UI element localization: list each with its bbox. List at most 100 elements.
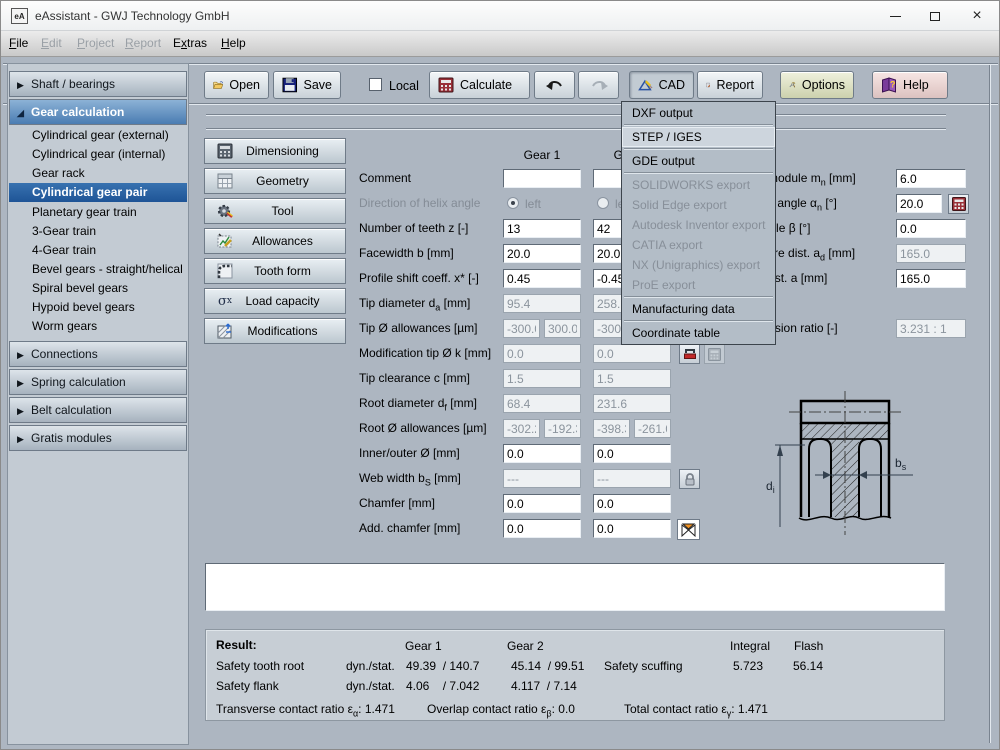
collapsed-arrow-icon: ▶ (17, 73, 31, 98)
tip-relief-tool-button[interactable] (679, 344, 700, 364)
tip-calc-button (704, 344, 725, 364)
local-label: Local (389, 79, 419, 93)
redo-icon (589, 78, 609, 92)
teeth-gear1-input[interactable] (503, 219, 581, 238)
menu-item-coordinate-table[interactable]: Coordinate table (622, 323, 775, 343)
root-allowances-label: Root Ø allowances [µm] (359, 421, 503, 437)
sidebar-item-spiral-bevel-gears[interactable]: Spiral bevel gears (9, 279, 187, 298)
sidebar-item-cylindrical-gear-external[interactable]: Cylindrical gear (external) (9, 126, 187, 145)
app-window: eA eAssistant - GWJ Technology GmbH × Fi… (0, 0, 1000, 750)
result-title: Result: (216, 638, 257, 652)
calculate-button[interactable]: Calculate (429, 71, 530, 99)
help-button[interactable]: ? Help (872, 71, 948, 99)
menu-item-nx-unigraphics-export: NX (Unigraphics) export (622, 255, 775, 275)
menu-item-dxf-output[interactable]: DXF output (622, 103, 775, 123)
report-button[interactable]: Report (697, 71, 763, 99)
sidebar-header-gratis-modules[interactable]: ▶Gratis modules (9, 425, 187, 451)
help-book-icon: ? (881, 77, 897, 93)
load-capacity-button[interactable]: σx Load capacity (204, 288, 346, 314)
tooth-form-icon (214, 261, 236, 281)
web-width-label: Web width bS [mm] (359, 471, 503, 487)
modifications-icon (214, 321, 236, 341)
collapsed-arrow-icon: ▶ (17, 399, 31, 424)
maximize-button[interactable] (915, 1, 955, 31)
safety-tooth-root-label: Safety tooth root (216, 659, 304, 673)
close-button[interactable]: × (957, 1, 997, 31)
sidebar-header-connections[interactable]: ▶Connections (9, 341, 187, 367)
separator-line (206, 128, 946, 130)
gear1-column-header: Gear 1 (503, 148, 581, 162)
menu-report: Report (125, 36, 161, 50)
menu-help[interactable]: Help (221, 36, 246, 50)
cad-button[interactable]: CAD (629, 71, 694, 99)
menu-extras[interactable]: Extras (173, 36, 207, 50)
profile-shift-gear1-input[interactable] (503, 269, 581, 288)
allowances-button[interactable]: Allowances (204, 228, 346, 254)
sidebar-item-cylindrical-gear-internal[interactable]: Cylindrical gear (internal) (9, 145, 187, 164)
close-icon: × (972, 8, 981, 24)
add-chamfer-gear2-input[interactable] (593, 519, 671, 538)
helix-left-label-gear1: left (525, 197, 541, 211)
helix-direction-label: Direction of helix angle (359, 196, 503, 212)
sidebar-item-worm-gears[interactable]: Worm gears (9, 317, 187, 336)
cad-dropdown-menu: DXF output STEP / IGES GDE output SOLIDW… (621, 101, 776, 345)
root-allowance-gear1-upper (544, 419, 581, 438)
dimensioning-button[interactable]: Dimensioning (204, 138, 346, 164)
sidebar-item-gear-rack[interactable]: Gear rack (9, 164, 187, 183)
chamfer-gear1-input[interactable] (503, 494, 581, 513)
facewidth-gear1-input[interactable] (503, 244, 581, 263)
sidebar-item-3-gear-train[interactable]: 3-Gear train (9, 222, 187, 241)
collapsed-arrow-icon: ▶ (17, 427, 31, 452)
tooth-form-button[interactable]: Tooth form (204, 258, 346, 284)
safety-flank-gear1: 4.06 / 7.042 (406, 679, 479, 693)
inner-outer-gear2-input[interactable] (593, 444, 671, 463)
menu-file[interactable]: File (9, 36, 28, 50)
sidebar-header-spring-calculation[interactable]: ▶Spring calculation (9, 369, 187, 395)
undo-icon (545, 78, 565, 92)
sidebar-header-shaft-bearings[interactable]: ▶Shaft / bearings (9, 71, 187, 97)
comment-gear1-input[interactable] (503, 169, 581, 188)
pressure-angle-calc-button[interactable] (948, 194, 969, 214)
minimize-button[interactable] (875, 1, 915, 31)
add-chamfer-label: Add. chamfer [mm] (359, 521, 503, 537)
helix-angle-input[interactable] (896, 219, 966, 238)
menu-item-step-iges[interactable]: STEP / IGES (622, 127, 775, 147)
sidebar-item-4-gear-train[interactable]: 4-Gear train (9, 241, 187, 260)
inner-outer-label: Inner/outer Ø [mm] (359, 446, 503, 462)
menu-item-gde-output[interactable]: GDE output (622, 151, 775, 171)
safety-scuffing-flash: 56.14 (793, 659, 823, 673)
modifications-button[interactable]: Modifications (204, 318, 346, 344)
local-checkbox[interactable] (369, 78, 382, 91)
menu-item-solid-edge-export: Solid Edge export (622, 195, 775, 215)
sidebar-item-hypoid-bevel-gears[interactable]: Hypoid bevel gears (9, 298, 187, 317)
sidebar-item-cylindrical-gear-pair[interactable]: Cylindrical gear pair (9, 183, 187, 202)
pressure-angle-input[interactable] (896, 194, 942, 213)
root-allowance-gear2-upper (634, 419, 671, 438)
save-button[interactable]: Save (273, 71, 341, 99)
normal-module-input[interactable] (896, 169, 966, 188)
inner-outer-gear1-input[interactable] (503, 444, 581, 463)
options-button[interactable]: Options (780, 71, 854, 99)
tip-clearance-label: Tip clearance c [mm] (359, 371, 503, 387)
minimize-icon (890, 16, 901, 17)
menu-item-catia-export: CATIA export (622, 235, 775, 255)
geometry-button[interactable]: Geometry (204, 168, 346, 194)
sidebar-item-bevel-gears[interactable]: Bevel gears - straight/helical (9, 260, 187, 279)
centre-dist-input[interactable] (896, 269, 966, 288)
expanded-arrow-icon: ◢ (17, 101, 31, 126)
tool-button[interactable]: Tool (204, 198, 346, 224)
sidebar-item-planetary-gear-train[interactable]: Planetary gear train (9, 203, 187, 222)
sidebar-header-gear-calculation[interactable]: ◢Gear calculation (9, 99, 187, 125)
chamfer-gear2-input[interactable] (593, 494, 671, 513)
cad-icon (638, 77, 653, 93)
chamfer-type-button[interactable] (677, 519, 700, 540)
sigma-icon: σx (214, 291, 236, 311)
undo-button[interactable] (534, 71, 575, 99)
safety-scuffing-label: Safety scuffing (604, 659, 683, 673)
sidebar-header-belt-calculation[interactable]: ▶Belt calculation (9, 397, 187, 423)
menu-separator (624, 148, 773, 150)
menu-item-manufacturing-data[interactable]: Manufacturing data (622, 299, 775, 319)
open-button[interactable]: Open (204, 71, 269, 99)
add-chamfer-gear1-input[interactable] (503, 519, 581, 538)
web-width-lock-button[interactable] (679, 469, 700, 489)
